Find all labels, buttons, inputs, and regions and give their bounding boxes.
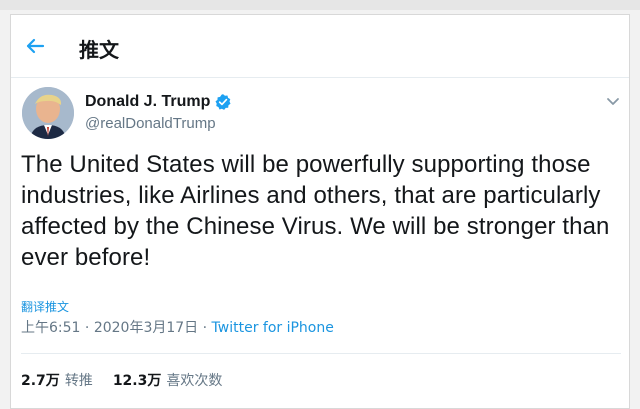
tweet-stats: 2.7万 转推 12.3万 喜欢次数: [21, 370, 222, 390]
verified-badge-icon: [215, 94, 231, 110]
chevron-down-icon[interactable]: [605, 93, 621, 109]
avatar-image: [22, 87, 74, 139]
likes-label: 喜欢次数: [166, 373, 223, 389]
tweet-metadata: 上午6:51 · 2020年3月17日 · Twitter for iPhone: [21, 317, 334, 337]
author-name-row: Donald J. Trump: [85, 93, 232, 111]
author-handle[interactable]: @realDonaldTrump: [85, 115, 216, 132]
divider: [21, 353, 621, 354]
meta-separator: ·: [84, 320, 90, 336]
likes-stat[interactable]: 12.3万 喜欢次数: [113, 370, 223, 390]
page-title: 推文: [79, 38, 119, 62]
likes-count: 12.3万: [112, 373, 162, 389]
tweet-text: The United States will be powerfully sup…: [21, 151, 610, 271]
back-arrow-icon[interactable]: [23, 34, 47, 58]
avatar[interactable]: [22, 87, 74, 139]
retweets-stat[interactable]: 2.7万 转推: [21, 370, 93, 390]
tweet-time[interactable]: 上午6:51: [21, 320, 80, 336]
retweets-count: 2.7万: [21, 373, 60, 389]
retweets-label: 转推: [64, 373, 93, 389]
translate-tweet-link[interactable]: 翻译推文: [21, 298, 69, 315]
browser-top-strip: [0, 0, 640, 10]
tweet-page: 推文 Donald J. Trump @realDonaldTrump The …: [10, 14, 630, 409]
tweet-date[interactable]: 2020年3月17日: [94, 320, 198, 336]
tweet-source-link[interactable]: Twitter for iPhone: [212, 320, 334, 336]
author-display-name[interactable]: Donald J. Trump: [85, 93, 210, 111]
meta-separator-2: ·: [202, 320, 208, 336]
page-header: 推文: [11, 15, 629, 78]
